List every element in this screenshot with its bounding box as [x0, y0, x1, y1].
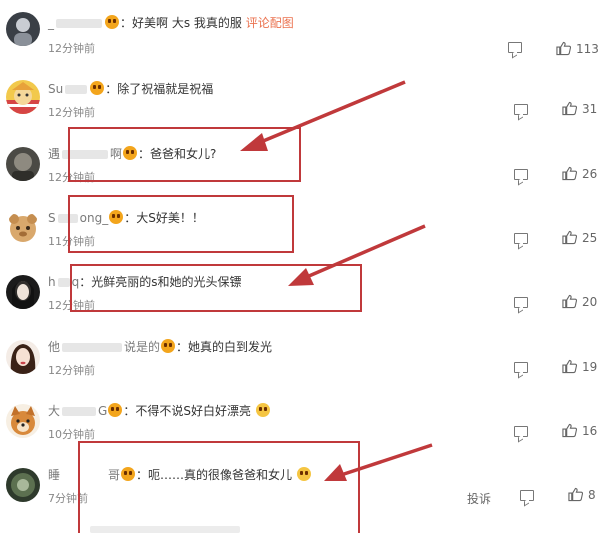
username-suffix: 说是的 [124, 340, 161, 354]
reply-icon[interactable] [520, 490, 534, 501]
member-badge-icon [161, 339, 176, 353]
username-blurred [57, 278, 70, 287]
like-count: 16 [582, 424, 598, 438]
comment-content: ：好美啊 大s 我真的服 [120, 16, 242, 30]
like-count: 8 [588, 488, 596, 502]
reply-icon[interactable] [514, 362, 528, 373]
comment-item: _ ：好美啊 大s 我真的服 评论配图 12分钟前 113 [0, 0, 604, 64]
thumbs-up-icon [562, 423, 577, 438]
annotation-box [70, 264, 362, 312]
like-count: 20 [582, 295, 598, 309]
reply-icon[interactable] [514, 297, 528, 308]
avatar[interactable] [6, 211, 40, 245]
thumbs-up-icon [562, 166, 577, 181]
reply-icon[interactable] [514, 233, 528, 244]
username[interactable]: S [48, 211, 56, 225]
reply-icon[interactable] [514, 426, 528, 437]
avatar[interactable] [6, 275, 40, 309]
username[interactable]: 遇 [48, 147, 60, 161]
timestamp: 10分钟前 [48, 428, 95, 441]
thumbs-up-icon [562, 230, 577, 245]
timestamp: 12分钟前 [48, 42, 95, 55]
avatar[interactable] [6, 12, 40, 46]
annotation-box [68, 195, 294, 253]
comment-content: ：除了祝福就是祝福 [105, 82, 214, 96]
annotation-box [68, 127, 301, 182]
report-button[interactable]: 投诉 [467, 490, 491, 507]
comment-image-link[interactable]: 评论配图 [246, 16, 294, 30]
username[interactable]: 大 [48, 404, 60, 418]
like-count: 31 [582, 102, 598, 116]
avatar[interactable] [6, 468, 40, 502]
username-blurred [56, 19, 102, 28]
username[interactable]: 他 [48, 340, 60, 354]
thumbs-up-icon [556, 41, 571, 56]
reply-icon[interactable] [514, 104, 528, 115]
username-suffix: G [98, 404, 108, 418]
like-count: 19 [582, 360, 598, 374]
member-badge-icon [105, 15, 119, 29]
timestamp: 12分钟前 [48, 364, 95, 377]
comment-content: ：不得不说S好白好漂亮 [123, 404, 251, 418]
thumbs-up-icon [562, 359, 577, 374]
avatar[interactable] [6, 340, 40, 374]
username-blurred [62, 343, 123, 352]
like-count: 25 [582, 231, 598, 245]
annotation-box [78, 441, 360, 533]
comment-content: ：她真的白到发光 [176, 340, 273, 354]
thumbs-up-icon [568, 487, 583, 502]
comment-text-line: _ ：好美啊 大s 我真的服 评论配图 [48, 14, 294, 32]
reply-icon[interactable] [514, 169, 528, 180]
member-badge-icon [90, 81, 105, 95]
avatar[interactable] [6, 147, 40, 181]
username[interactable]: Su [48, 82, 63, 96]
username-blurred [62, 407, 97, 416]
comment-text-line: 他 说是的 ：她真的白到发光 [48, 338, 272, 356]
thumbs-up-icon [562, 101, 577, 116]
thumbs-up-icon [562, 294, 577, 309]
like-count: 113 [576, 42, 599, 56]
reply-icon[interactable] [508, 42, 522, 53]
avatar[interactable] [6, 404, 40, 438]
avatar[interactable] [6, 80, 40, 114]
comment-item: 他 说是的 ：她真的白到发光 12分钟前 19 [0, 330, 604, 394]
username[interactable]: _ [48, 16, 54, 30]
username[interactable]: 睡 [48, 468, 60, 482]
comment-text-line: Su ：除了祝福就是祝福 [48, 80, 213, 98]
comment-text-line: 大 G ：不得不说S好白好漂亮 [48, 402, 271, 420]
username-blurred [65, 85, 88, 94]
like-count: 26 [582, 167, 598, 181]
timestamp: 12分钟前 [48, 106, 95, 119]
emoji-icon [255, 403, 270, 417]
username[interactable]: h [48, 275, 56, 289]
member-badge-icon [108, 403, 123, 417]
